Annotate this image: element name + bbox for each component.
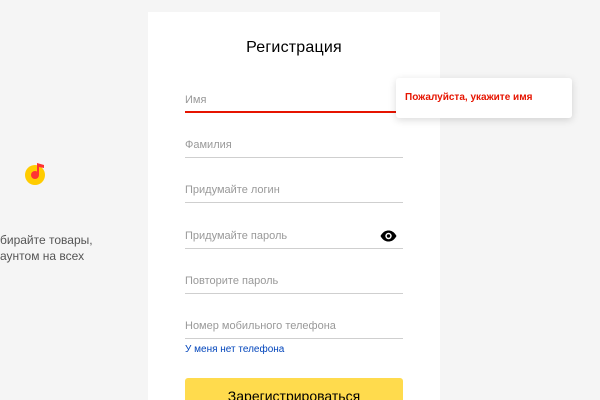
login-field — [185, 179, 403, 203]
page-title: Регистрация — [246, 39, 342, 56]
registration-page: бирайте товары, аунтом на всех Регистрац… — [0, 0, 600, 400]
registration-card: Регистрация У меня нет телефона Зарегист… — [148, 12, 440, 400]
yandex-music-icon — [25, 163, 45, 185]
last-name-field — [185, 134, 403, 158]
first-name-field — [185, 89, 403, 113]
no-phone-link[interactable]: У меня нет телефона — [185, 344, 284, 355]
last-name-input[interactable] — [185, 134, 403, 156]
eye-icon[interactable] — [380, 230, 397, 242]
promo-text-line-1: бирайте товары, — [0, 233, 93, 247]
error-tooltip-text: Пожалуйста, укажите имя — [405, 92, 533, 103]
promo-text-line-2: аунтом на всех — [0, 249, 85, 263]
error-tooltip: Пожалуйста, укажите имя — [396, 78, 572, 118]
password-repeat-input[interactable] — [185, 270, 403, 292]
password-repeat-field — [185, 270, 403, 294]
first-name-input[interactable] — [185, 89, 403, 111]
password-field — [185, 225, 403, 249]
phone-field — [185, 315, 403, 339]
register-button[interactable]: Зарегистрироваться — [185, 378, 403, 400]
password-input[interactable] — [185, 225, 365, 247]
phone-input[interactable] — [185, 315, 403, 337]
login-input[interactable] — [185, 179, 403, 201]
promo-text: бирайте товары, аунтом на всех — [0, 232, 93, 264]
